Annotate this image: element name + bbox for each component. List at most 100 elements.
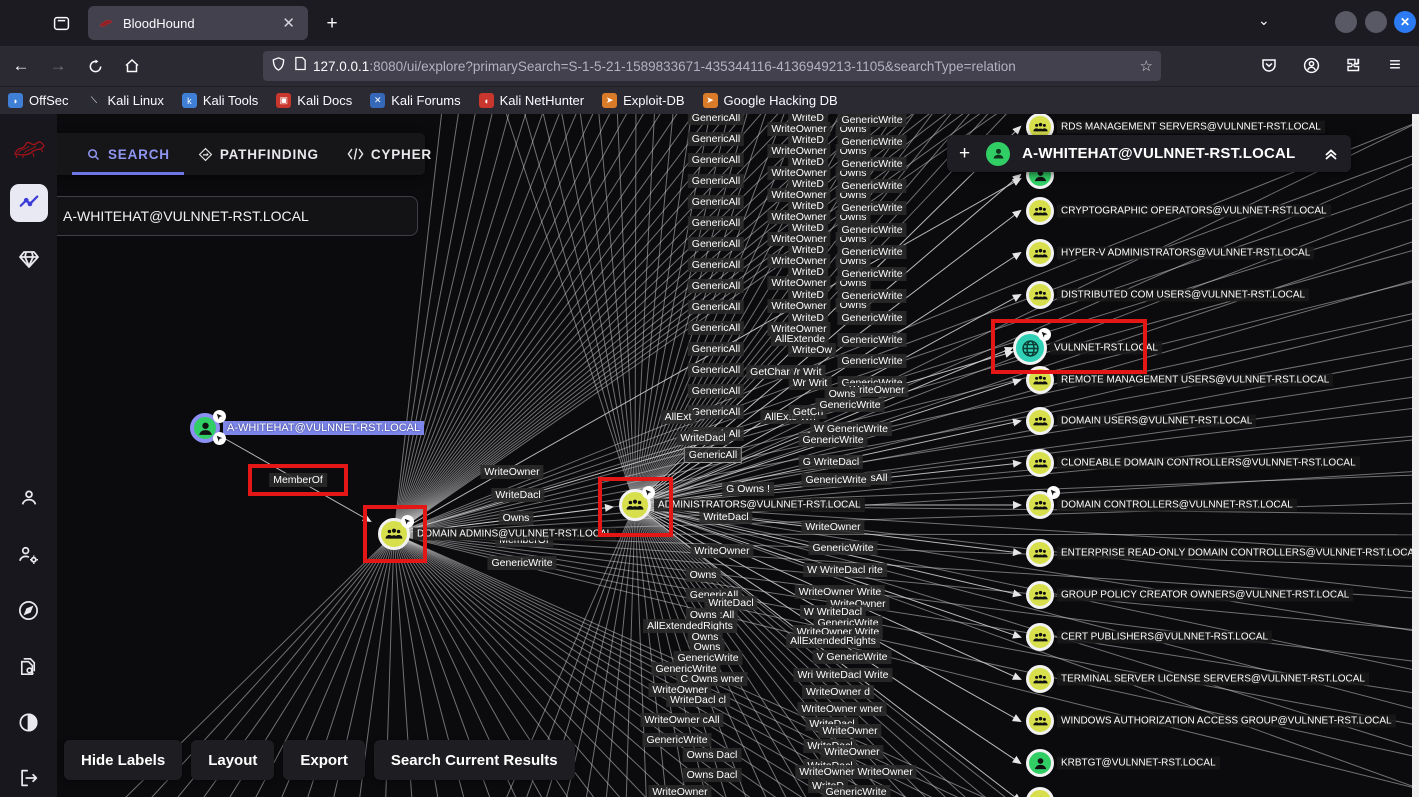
graph-node-erodc[interactable] <box>1026 539 1054 567</box>
graph-node-crypto[interactable] <box>1026 197 1054 225</box>
scrollbar[interactable] <box>1412 114 1419 797</box>
layout-button[interactable]: Layout <box>191 740 274 780</box>
account-icon[interactable] <box>1295 50 1327 80</box>
sidebar-admin-users-item[interactable] <box>10 535 48 573</box>
node-label[interactable]: TERMINAL SERVER LICENSE SERVERS@VULNNET-… <box>1057 673 1369 686</box>
hide-labels-button[interactable]: Hide Labels <box>64 740 182 780</box>
bookmark-item[interactable]: ➤Google Hacking DB <box>703 93 838 108</box>
node-label[interactable]: KRBTGT@VULNNET-RST.LOCAL <box>1057 757 1220 770</box>
edge-label[interactable]: GenericWrite <box>801 473 870 487</box>
edge-label[interactable]: GenericWrite <box>837 114 906 127</box>
edge-label[interactable]: GenericWrite <box>837 223 906 237</box>
edge-label[interactable]: GenericWrite <box>642 733 711 747</box>
node-label[interactable]: GROUP POLICY CREATOR OWNERS@VULNNET-RST.… <box>1057 589 1353 602</box>
edge-label[interactable]: GenericWrite <box>487 556 556 570</box>
bookmark-item[interactable]: ◗OffSec <box>8 93 69 108</box>
node-label[interactable]: DOMAIN USERS@VULNNET-RST.LOCAL <box>1057 415 1256 428</box>
edge-label[interactable]: Owns <box>686 568 721 582</box>
sidebar-file-ingest-item[interactable] <box>10 647 48 685</box>
edge-label[interactable]: GenericAll <box>688 321 744 335</box>
edge-label[interactable]: GenericWrite <box>837 201 906 215</box>
bookmark-item[interactable]: ➤Exploit-DB <box>602 93 684 108</box>
edge-label[interactable]: AllExtendedRights <box>786 634 880 648</box>
edge-label[interactable]: WriteDacl <box>699 510 752 524</box>
edge-label[interactable]: GenericWrite <box>837 245 906 259</box>
graph-node-waag[interactable] <box>1026 707 1054 735</box>
forward-button[interactable]: → <box>42 51 74 81</box>
edge-label[interactable]: GenericAll <box>688 363 744 377</box>
sidebar-dark-mode-item[interactable] <box>10 703 48 741</box>
pocket-icon[interactable] <box>1253 50 1285 80</box>
edge-label[interactable]: WriteOw <box>788 343 836 357</box>
node-label[interactable]: DISTRIBUTED COM USERS@VULNNET-RST.LOCAL <box>1057 289 1309 302</box>
edge-label[interactable]: GenericAll <box>688 132 744 146</box>
edge-label[interactable]: GenericAll <box>688 258 744 272</box>
node-label[interactable]: A-WHITEHAT@VULNNET-RST.LOCAL <box>223 421 424 435</box>
firefox-view-icon[interactable] <box>46 9 76 37</box>
node-label[interactable]: WINDOWS AUTHORIZATION ACCESS GROUP@VULNN… <box>1057 715 1396 728</box>
edge-label[interactable]: WriteDacl <box>491 488 544 502</box>
node-label[interactable]: RDS MANAGEMENT SERVERS@VULNNET-RST.LOCAL <box>1057 121 1325 134</box>
add-icon[interactable]: + <box>959 143 970 165</box>
edge-label[interactable]: GenericAll <box>688 384 744 398</box>
new-tab-button[interactable]: + <box>318 10 346 38</box>
window-close-button[interactable]: ✕ <box>1394 11 1416 33</box>
graph-node-edge-node[interactable] <box>1026 787 1054 797</box>
node-expand-badge-icon[interactable] <box>213 432 226 445</box>
edge-label[interactable]: WriteOwner <box>480 465 543 479</box>
edge-label[interactable]: WriteOwner <box>648 785 711 797</box>
tab-list-chevron-icon[interactable]: ⌄ <box>1258 12 1270 29</box>
edge-label[interactable]: Owns Dacl <box>683 748 742 762</box>
sidebar-logout-item[interactable] <box>10 759 48 797</box>
edge-label[interactable]: WriteOwner cAll <box>640 713 723 727</box>
graph-node-tsls[interactable] <box>1026 665 1054 693</box>
window-maximize-button[interactable] <box>1365 11 1387 33</box>
edge-label[interactable]: G Owns ! <box>722 482 774 496</box>
node-expand-badge-icon[interactable] <box>1047 486 1060 499</box>
export-button[interactable]: Export <box>283 740 365 780</box>
edge-label[interactable]: WriteOwner <box>820 745 883 759</box>
edge-label[interactable]: sAll <box>867 471 892 485</box>
edge-label[interactable]: WriteOwner <box>818 724 881 738</box>
edge-label[interactable]: GenericAll <box>688 153 744 167</box>
graph-node-krbtgt[interactable] <box>1026 749 1054 777</box>
edge-label[interactable]: WriteOwner d <box>802 685 874 699</box>
edge-label[interactable]: GenericAll <box>688 174 744 188</box>
node-label[interactable]: DOMAIN ADMINS@VULNNET-RST.LOCAL <box>413 528 616 541</box>
edge-label[interactable]: Wri WriteDacl Write <box>793 668 892 682</box>
graph-node-dusers[interactable] <box>1026 407 1054 435</box>
edge-label[interactable]: GenericAll <box>688 279 744 293</box>
edge-label[interactable]: Owns <box>499 511 534 525</box>
edge-label[interactable]: GenericAll <box>688 195 744 209</box>
edge-label[interactable]: GenericWrite <box>837 157 906 171</box>
edge-label[interactable]: WriteDacl <box>676 431 729 445</box>
tab-close-icon[interactable]: ✕ <box>279 14 298 32</box>
edge-label[interactable]: WriteDacl cl <box>666 693 730 707</box>
edge-label[interactable]: GenericWrite <box>837 289 906 303</box>
edge-label[interactable]: GenericWrite <box>837 354 906 368</box>
bookmark-item[interactable]: ⟍Kali Linux <box>87 93 164 108</box>
search-current-results-button[interactable]: Search Current Results <box>374 740 575 780</box>
node-expand-badge-icon[interactable] <box>213 410 226 423</box>
edge-label[interactable]: Owns Dacl <box>683 768 742 782</box>
search-input[interactable]: A-WHITEHAT@VULNNET-RST.LOCAL <box>21 196 418 236</box>
tab-search[interactable]: SEARCH <box>72 133 184 175</box>
bookmark-item[interactable]: kKali Tools <box>182 93 258 108</box>
edge-label[interactable]: GenericAll <box>688 114 744 125</box>
edge-label[interactable]: GenericWrite <box>837 267 906 281</box>
edge-label[interactable]: GenericAll <box>688 405 744 419</box>
browser-tab[interactable]: BloodHound ✕ <box>88 6 308 40</box>
graph-node-cloneable[interactable] <box>1026 449 1054 477</box>
node-label[interactable]: HYPER-V ADMINISTRATORS@VULNNET-RST.LOCAL <box>1057 247 1314 260</box>
graph-node-dcs[interactable] <box>1026 491 1054 519</box>
home-button[interactable] <box>116 51 148 81</box>
node-label[interactable]: ENTERPRISE READ-ONLY DOMAIN CONTROLLERS@… <box>1057 547 1419 560</box>
url-bar[interactable]: 127.0.0.1:8080/ui/explore?primarySearch=… <box>263 51 1161 81</box>
edge-label[interactable]: W WriteDacl rite <box>803 563 887 577</box>
node-label[interactable]: DOMAIN CONTROLLERS@VULNNET-RST.LOCAL <box>1057 499 1297 512</box>
node-label[interactable]: CERT PUBLISHERS@VULNNET-RST.LOCAL <box>1057 631 1272 644</box>
sidebar-profile-item[interactable] <box>10 479 48 517</box>
extensions-puzzle-icon[interactable] <box>1337 50 1369 80</box>
page-info-icon[interactable] <box>294 56 307 76</box>
reload-button[interactable] <box>79 51 111 81</box>
